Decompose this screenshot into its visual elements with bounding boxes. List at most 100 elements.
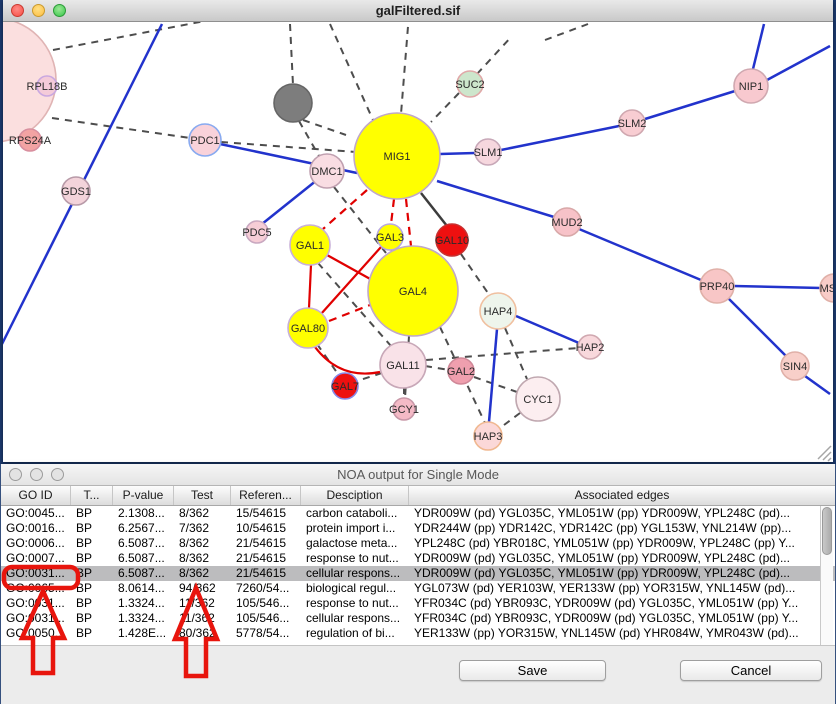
cell-go_id: GO:0006...	[1, 536, 71, 551]
table-row[interactable]: GO:0045...BP2.1308...8/36215/54615carbon…	[1, 506, 835, 521]
cell-reference: 5778/54...	[231, 626, 301, 641]
graph-edge	[805, 376, 830, 394]
cell-type: BP	[71, 611, 113, 626]
column-header-description[interactable]: Desciption	[301, 486, 409, 505]
table-row[interactable]: GO:0065...BP8.0614...94/3627260/54...bio…	[1, 581, 835, 596]
cell-p_value: 6.2567...	[113, 521, 174, 536]
graph-edge	[425, 366, 449, 370]
scrollbar-thumb[interactable]	[822, 507, 832, 555]
close-button[interactable]	[11, 4, 24, 17]
table-row[interactable]: GO:0007...BP6.5087...8/36221/54615respon…	[1, 551, 835, 566]
cell-type: BP	[71, 521, 113, 536]
cell-reference: 10/54615	[231, 521, 301, 536]
button-panel: Save Cancel	[1, 645, 835, 704]
minimize-button[interactable]	[30, 468, 43, 481]
graph-edge	[330, 24, 373, 120]
cell-go_id: GO:0031...	[1, 566, 71, 581]
column-header-test[interactable]: Test	[174, 486, 231, 505]
cell-edges: YGL073W (pd) YER103W, YER133W (pp) YOR31…	[409, 581, 835, 596]
cell-reference: 15/54615	[231, 506, 301, 521]
node-label-NIP1: NIP1	[739, 81, 763, 93]
graph-edge	[323, 190, 367, 229]
cell-go_id: GO:0031...	[1, 596, 71, 611]
cell-test: 8/362	[174, 536, 231, 551]
cell-test: 94/362	[174, 581, 231, 596]
column-header-p_value[interactable]: P-value	[113, 486, 174, 505]
window-title: NOA output for Single Mode	[337, 467, 499, 482]
cell-edges: YER133W (pp) YOR315W, YNL145W (pd) YHR08…	[409, 626, 835, 641]
graph-edge	[437, 181, 554, 217]
cell-p_value: 1.428E...	[113, 626, 174, 641]
column-header-type[interactable]: T...	[71, 486, 113, 505]
cell-description: carbon cataboli...	[301, 506, 409, 521]
cell-test: 7/362	[174, 521, 231, 536]
cell-go_id: GO:0031...	[1, 611, 71, 626]
node-label-HAP3: HAP3	[474, 431, 503, 443]
zoom-button[interactable]	[51, 468, 64, 481]
node-label-GAL7: GAL7	[331, 381, 359, 393]
table-header: GO IDT...P-valueTestReferen...Desciption…	[1, 486, 835, 506]
cell-description: biological regul...	[301, 581, 409, 596]
cell-go_id: GO:0065...	[1, 581, 71, 596]
column-header-reference[interactable]: Referen...	[231, 486, 301, 505]
cell-p_value: 8.0614...	[113, 581, 174, 596]
cell-test: 8/362	[174, 551, 231, 566]
graph-edge	[545, 24, 588, 40]
graph-edge	[52, 118, 190, 138]
cell-reference: 105/546...	[231, 596, 301, 611]
results-table: GO:0045...BP2.1308...8/36215/54615carbon…	[1, 506, 835, 645]
cell-go_id: GO:0016...	[1, 521, 71, 536]
cell-test: 11/362	[174, 596, 231, 611]
graph-edge	[329, 305, 370, 321]
cell-type: BP	[71, 581, 113, 596]
cell-go_id: GO:0050...	[1, 626, 71, 641]
graph-edge	[309, 265, 311, 308]
cell-description: cellular respons...	[301, 566, 409, 581]
table-row[interactable]: GO:0050...BP1.428E...80/3625778/54...reg…	[1, 626, 835, 641]
cell-reference: 105/546...	[231, 611, 301, 626]
resize-grip-icon[interactable]	[818, 446, 831, 461]
cell-type: BP	[71, 506, 113, 521]
cancel-button[interactable]: Cancel	[680, 660, 822, 681]
cell-test: 80/362	[174, 626, 231, 641]
minimize-button[interactable]	[32, 4, 45, 17]
graph-edge	[474, 377, 517, 392]
cell-p_value: 2.1308...	[113, 506, 174, 521]
network-window-titlebar[interactable]: galFiltered.sif	[3, 0, 833, 22]
graph-edge	[431, 93, 459, 122]
table-row[interactable]: GO:0031...BP1.3324...11/362105/546...res…	[1, 596, 835, 611]
column-header-go_id[interactable]: GO ID	[1, 486, 71, 505]
cell-reference: 21/54615	[231, 536, 301, 551]
zoom-button[interactable]	[53, 4, 66, 17]
node-label-SIN4: SIN4	[783, 361, 807, 373]
graph-edge	[406, 199, 411, 246]
graph-edge	[516, 316, 579, 343]
network-window: galFiltered.sif RPL18BRPS24AGDS1PDC1PDC5…	[3, 0, 833, 462]
graph-edge	[421, 193, 447, 226]
cell-edges: YDR244W (pp) YDR142C, YDR142C (pp) YGL15…	[409, 521, 835, 536]
vertical-scrollbar[interactable]	[820, 506, 833, 645]
cell-edges: YDR009W (pd) YGL035C, YML051W (pp) YDR00…	[409, 566, 835, 581]
cell-edges: YFR034C (pd) YBR093C, YDR009W (pd) YGL03…	[409, 596, 835, 611]
node-unlabeled-gray[interactable]	[274, 84, 312, 122]
table-row[interactable]: GO:0006...BP6.5087...8/36221/54615galact…	[1, 536, 835, 551]
cell-description: protein import i...	[301, 521, 409, 536]
cell-description: regulation of bi...	[301, 626, 409, 641]
close-button[interactable]	[9, 468, 22, 481]
table-row[interactable]: GO:0031...BP1.3324...11/362105/546...cel…	[1, 611, 835, 626]
table-row[interactable]: GO:0016...BP6.2567...7/36210/54615protei…	[1, 521, 835, 536]
node-label-MUD2: MUD2	[551, 217, 582, 229]
save-button[interactable]: Save	[459, 660, 606, 681]
node-label-PRP40: PRP40	[700, 281, 735, 293]
graph-edge	[391, 199, 394, 224]
cell-type: BP	[71, 551, 113, 566]
table-row[interactable]: GO:0031...BP6.5087...8/36221/54615cellul…	[1, 566, 835, 581]
node-label-SLM2: SLM2	[618, 118, 647, 130]
cell-description: cellular respons...	[301, 611, 409, 626]
graph-edge	[303, 120, 346, 135]
graph-edge	[645, 91, 735, 119]
noa-window-titlebar[interactable]: NOA output for Single Mode	[1, 464, 835, 486]
network-canvas[interactable]: RPL18BRPS24AGDS1PDC1PDC5MIG1SUC2SLM1SLM2…	[3, 22, 833, 462]
column-header-edges[interactable]: Associated edges	[409, 486, 835, 505]
cell-edges: YDR009W (pd) YGL035C, YML051W (pp) YDR00…	[409, 506, 835, 521]
